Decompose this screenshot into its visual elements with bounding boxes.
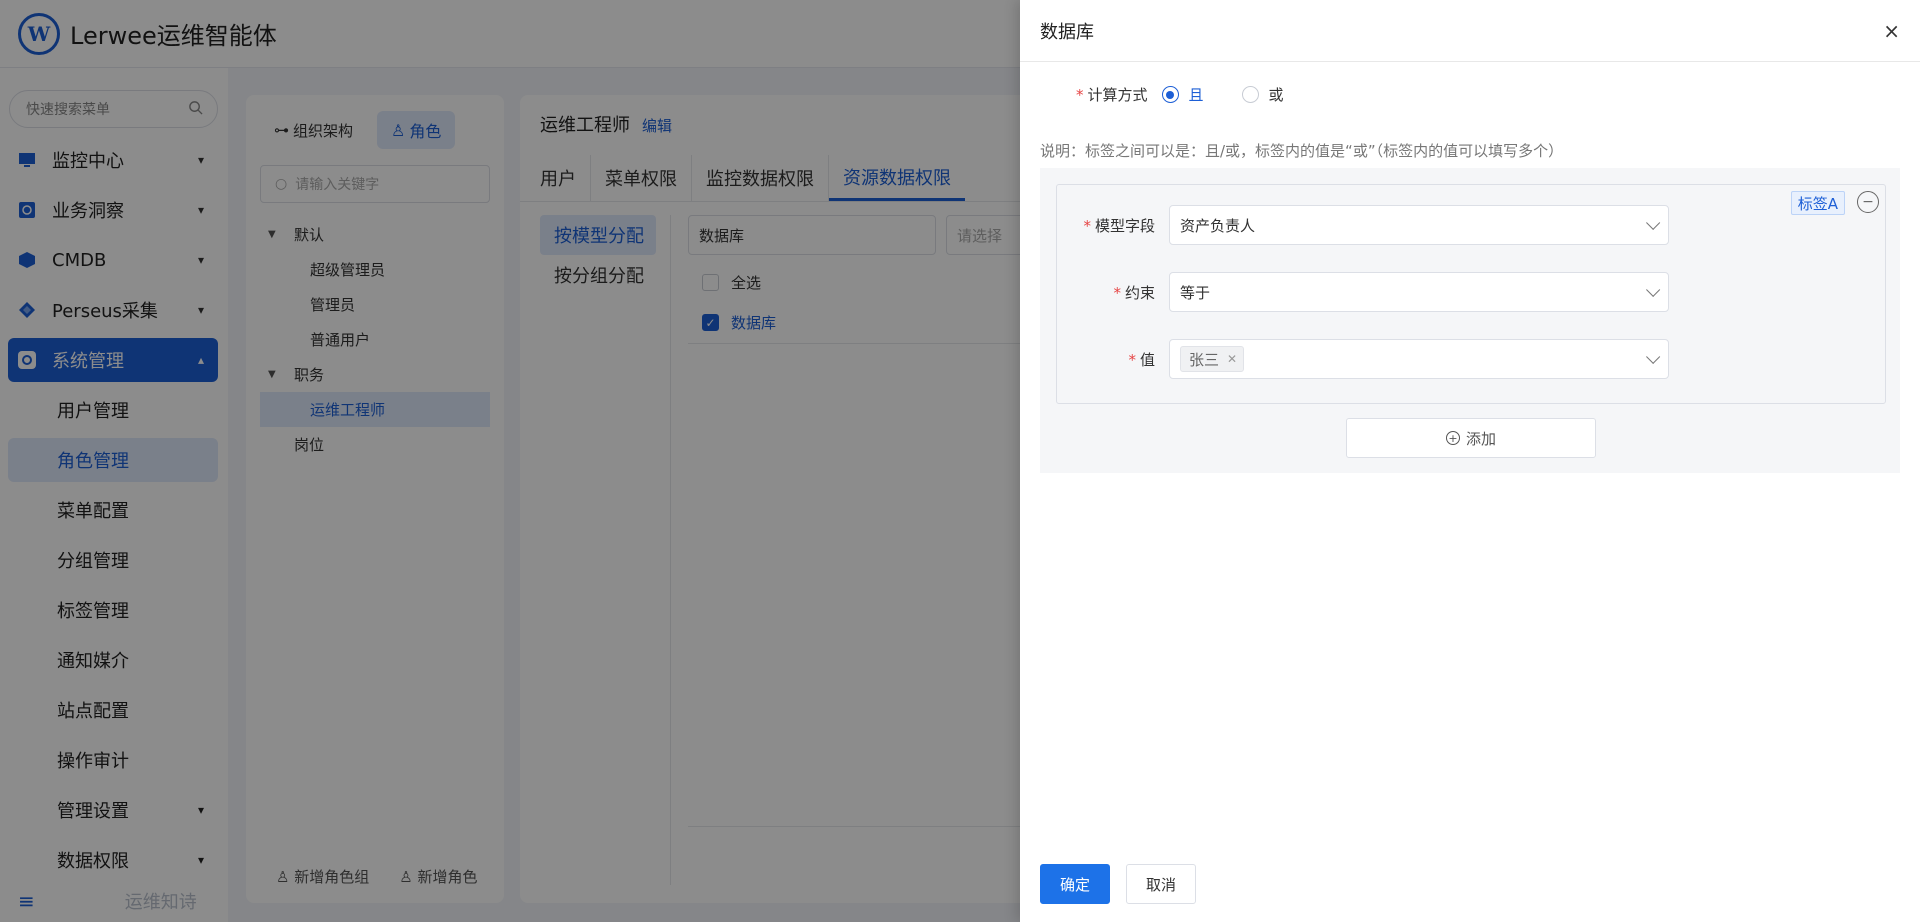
radio-or-label: 或 [1268,86,1284,104]
required-mark: * [1128,350,1136,369]
drawer-footer: 确定 取消 [1040,864,1197,904]
drawer-header: 数据库 × [1020,0,1920,62]
required-mark: * [1076,86,1084,104]
field-label-text: 模型字段 [1094,216,1155,235]
condition-tag: 标签A [1790,191,1845,215]
add-label: 添加 [1465,429,1496,448]
select-value: 等于 [1180,283,1211,302]
radio-and[interactable]: 且 [1161,84,1204,105]
form-row-field: * 模型字段 资产负责人 [1057,205,1669,245]
field-label: * 模型字段 [1057,215,1169,236]
drawer-title: 数据库 [1040,21,1094,43]
constraint-label-text: 约束 [1124,283,1155,302]
condition-area: 标签A − * 模型字段 资产负责人 * 约束 等于 * 值 张三 ✕ + 添加 [1040,168,1900,473]
value-label-text: 值 [1139,350,1155,369]
plus-circle-icon: + [1445,431,1460,445]
calc-mode-text: 计算方式 [1087,86,1148,104]
required-mark: * [1083,216,1091,235]
form-row-constraint: * 约束 等于 [1057,272,1669,312]
add-condition-button[interactable]: + 添加 [1346,418,1596,458]
chip-label: 张三 [1189,350,1220,369]
radio-and-label: 且 [1188,86,1204,104]
model-field-select[interactable]: 资产负责人 [1169,205,1669,245]
value-label: * 值 [1057,349,1169,370]
select-value: 资产负责人 [1180,216,1256,235]
chip-close-icon[interactable]: ✕ [1227,352,1237,366]
condition-card: 标签A − * 模型字段 资产负责人 * 约束 等于 * 值 张三 ✕ [1056,184,1886,404]
confirm-button[interactable]: 确定 [1040,864,1111,904]
chevron-down-icon [1646,349,1661,364]
calc-mode-row: * 计算方式 且 或 [1076,84,1322,105]
value-chip: 张三 ✕ [1180,346,1245,372]
help-note: 说明：标签之间可以是：且/或，标签内的值是“或”（标签内的值可以填写多个） [1040,142,1564,160]
chevron-down-icon [1646,282,1661,297]
close-icon[interactable]: × [1883,19,1900,43]
chevron-down-icon [1646,215,1661,230]
radio-or-dot[interactable] [1241,86,1259,103]
form-row-value: * 值 张三 ✕ [1057,339,1669,379]
radio-and-dot[interactable] [1161,86,1179,103]
value-multi-select[interactable]: 张三 ✕ [1169,339,1669,379]
calc-mode-label: * 计算方式 [1076,84,1148,105]
permission-drawer: 数据库 × * 计算方式 且 或 说明：标签之间可以是：且/或，标签内的值是“或”… [1020,0,1920,922]
constraint-select[interactable]: 等于 [1169,272,1669,312]
remove-condition-icon[interactable]: − [1857,191,1879,213]
cancel-button[interactable]: 取消 [1126,864,1197,904]
radio-or[interactable]: 或 [1241,84,1284,105]
constraint-label: * 约束 [1057,282,1169,303]
required-mark: * [1113,283,1121,302]
